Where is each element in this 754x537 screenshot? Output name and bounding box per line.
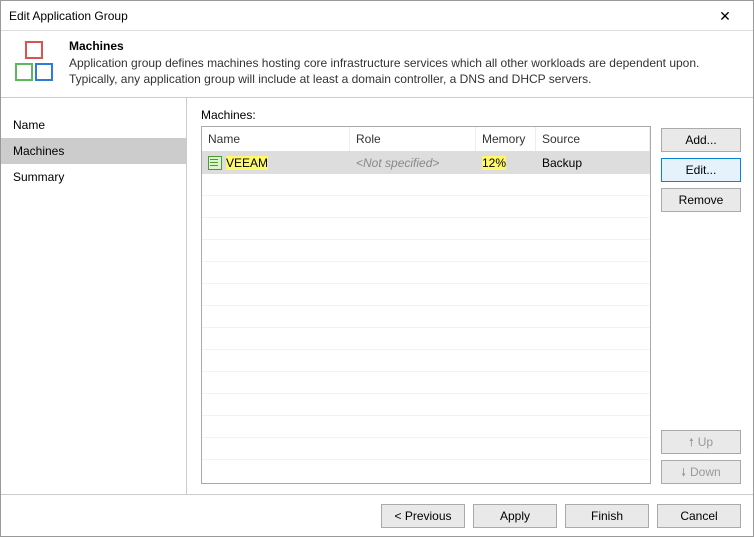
col-name[interactable]: Name [202,127,350,151]
col-role[interactable]: Role [350,127,476,151]
sidebar-item-name[interactable]: Name [1,112,186,138]
previous-button[interactable]: < Previous [381,504,465,528]
close-icon[interactable]: ✕ [705,2,745,30]
header-desc: Application group defines machines hosti… [69,55,741,87]
sidebar-item-summary[interactable]: Summary [1,164,186,190]
footer: < Previous Apply Finish Cancel [1,494,753,536]
sidebar: Name Machines Summary [1,98,187,494]
header: Machines Application group defines machi… [1,31,753,99]
cancel-button[interactable]: Cancel [657,504,741,528]
apply-button[interactable]: Apply [473,504,557,528]
app-group-icon [13,39,57,83]
table-header: Name Role Memory Source [202,127,650,152]
edit-button[interactable]: Edit... [661,158,741,182]
col-memory[interactable]: Memory [476,127,536,151]
table-row[interactable]: VEEAM <Not specified> 12% Backup [202,152,650,174]
row-memory: 12% [482,156,506,170]
add-button[interactable]: Add... [661,128,741,152]
row-name: VEEAM [226,156,268,170]
machines-label: Machines: [201,108,651,122]
row-source: Backup [536,152,650,174]
col-source[interactable]: Source [536,127,650,151]
window-title: Edit Application Group [9,9,705,23]
titlebar: Edit Application Group ✕ [1,1,753,31]
header-title: Machines [69,39,741,53]
up-button[interactable]: 🠕Up [661,430,741,454]
arrow-down-icon: 🠗 [681,467,686,479]
machines-table: Name Role Memory Source VEEAM <Not speci… [201,126,651,484]
finish-button[interactable]: Finish [565,504,649,528]
vm-icon [208,156,222,170]
arrow-up-icon: 🠕 [689,437,694,449]
down-button[interactable]: 🠗Down [661,460,741,484]
row-role: <Not specified> [350,152,476,174]
sidebar-item-machines[interactable]: Machines [1,138,186,164]
remove-button[interactable]: Remove [661,188,741,212]
